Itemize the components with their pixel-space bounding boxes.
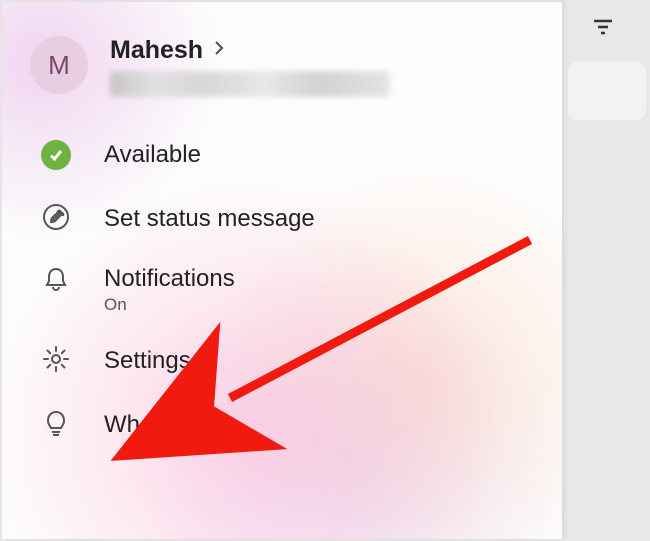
filter-button[interactable] [588, 14, 618, 44]
menu-item-set-status[interactable]: Set status message [2, 187, 562, 251]
menu-item-whats-new[interactable]: What's new [2, 393, 562, 457]
gear-icon [41, 344, 71, 379]
menu-item-settings[interactable]: Settings [2, 329, 562, 393]
profile-email-redacted [110, 71, 390, 97]
edit-status-icon [41, 202, 71, 237]
menu-label: Set status message [104, 205, 315, 233]
avatar: M [30, 36, 88, 94]
bell-icon [41, 264, 71, 299]
avatar-initial: M [48, 50, 70, 81]
status-available-icon [41, 140, 71, 170]
menu-item-available[interactable]: Available [2, 123, 562, 187]
profile-header[interactable]: M Mahesh [2, 2, 562, 115]
lightbulb-icon [41, 408, 71, 443]
filter-icon [591, 15, 615, 44]
menu-label: Available [104, 141, 201, 169]
notifications-status: On [104, 295, 235, 315]
chevron-right-icon [211, 40, 227, 61]
menu-label: Settings [104, 347, 191, 375]
background-card [568, 62, 646, 120]
menu-item-notifications[interactable]: Notifications On [2, 251, 562, 329]
profile-name: Mahesh [110, 36, 203, 65]
profile-menu-panel: M Mahesh Available [2, 2, 562, 539]
menu-list: Available Set status message Notifica [2, 115, 562, 457]
menu-label: Notifications [104, 265, 235, 293]
menu-label: What's new [104, 411, 227, 439]
background-strip [562, 2, 648, 539]
